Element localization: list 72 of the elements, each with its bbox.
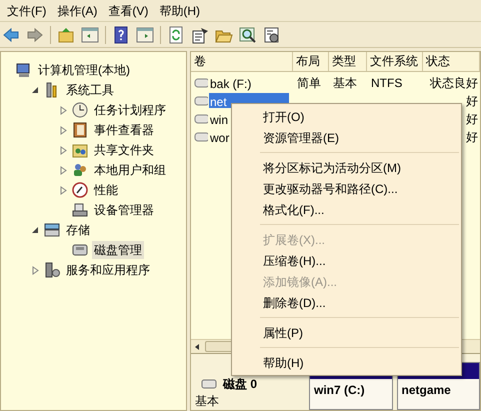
table-cell-text: 基本 — [333, 74, 357, 92]
menu-item[interactable]: 打开(O) — [232, 106, 461, 127]
menu-item[interactable]: 将分区标记为活动分区(M) — [232, 157, 461, 178]
tree-item[interactable]: 共享文件夹 — [92, 141, 156, 159]
collapsed-arrow-icon[interactable] — [59, 146, 68, 154]
settings-icon[interactable] — [263, 26, 281, 44]
collapsed-arrow-icon[interactable] — [59, 166, 68, 174]
menu-item[interactable]: 更改驱动器号和路径(C)... — [232, 178, 461, 199]
tree-item[interactable]: 任务计划程序 — [92, 101, 168, 119]
disk-type: 基本 — [195, 393, 220, 410]
drive-icon — [194, 114, 208, 124]
back-arrow-icon[interactable] — [2, 26, 20, 44]
tree-item[interactable]: 设备管理器 — [92, 201, 156, 219]
column-header[interactable]: 文件系统 — [367, 52, 423, 71]
drive-icon — [194, 96, 208, 106]
tree-item[interactable]: 事件查看器 — [92, 121, 156, 139]
services-icon — [44, 262, 60, 278]
menu-item[interactable]: 格式化(F)... — [232, 199, 461, 220]
menu-item[interactable]: 删除卷(D)... — [232, 292, 461, 313]
collapsed-arrow-icon[interactable] — [59, 186, 68, 194]
tree-item[interactable]: 本地用户和组 — [92, 161, 168, 179]
collapsed-arrow-icon[interactable] — [31, 266, 40, 274]
share-icon — [72, 142, 88, 158]
disk-name: 磁盘 0 — [223, 376, 258, 393]
table-cell-text: 状态良好 — [430, 74, 478, 92]
log-icon — [72, 122, 88, 138]
gauge-icon — [72, 182, 88, 198]
column-header[interactable]: 布局 — [293, 52, 329, 71]
users-icon — [72, 162, 88, 178]
column-header[interactable]: 状态 — [423, 52, 480, 71]
table-cell-text: 简单 — [297, 74, 321, 92]
tree-item[interactable]: 服务和应用程序 — [64, 261, 152, 279]
column-header[interactable]: 类型 — [329, 52, 367, 71]
partition-label: netgame — [402, 383, 451, 397]
volume-name[interactable]: bak (F:) — [209, 75, 289, 90]
expanded-arrow-icon[interactable] — [31, 86, 40, 94]
table-cell-text: 好 — [466, 110, 478, 128]
tree-item[interactable]: 系统工具 — [64, 81, 116, 99]
tree-item[interactable]: 磁盘管理 — [92, 241, 144, 259]
menu-item[interactable]: 属性(P) — [232, 322, 461, 343]
computer-icon — [16, 62, 32, 78]
partition-label: win7 (C:) — [314, 383, 365, 397]
scroll-left-icon[interactable] — [193, 342, 201, 351]
tree-item[interactable]: 计算机管理(本地) — [36, 61, 132, 79]
tree-item[interactable]: 存储 — [64, 221, 92, 239]
table-cell-text: NTFS — [371, 74, 402, 92]
menu-item[interactable]: 操作(A) — [52, 0, 102, 20]
menu-item[interactable]: 查看(V) — [103, 0, 154, 20]
expanded-arrow-icon[interactable] — [31, 226, 40, 234]
forward-arrow-icon[interactable] — [26, 26, 44, 44]
collapsed-arrow-icon[interactable] — [59, 126, 68, 134]
panel-icon[interactable] — [81, 26, 99, 44]
menu-item[interactable]: 资源管理器(E) — [232, 127, 461, 148]
table-cell-text: 好 — [466, 92, 478, 110]
folder-up-icon[interactable] — [57, 26, 75, 44]
refresh-icon[interactable] — [167, 26, 185, 44]
device-icon — [72, 202, 88, 218]
clock-icon — [72, 102, 88, 118]
tree-item[interactable]: 性能 — [92, 181, 120, 199]
menu-item[interactable]: 文件(F) — [2, 0, 52, 20]
panel-icon[interactable] — [136, 26, 154, 44]
properties-icon[interactable] — [191, 26, 209, 44]
storage-icon — [44, 222, 60, 238]
drive-icon — [194, 78, 208, 88]
menu-item[interactable]: 压缩卷(H)... — [232, 250, 461, 271]
menu-item[interactable]: 帮助(H) — [154, 0, 205, 20]
help-icon[interactable] — [112, 26, 130, 44]
drive-icon — [194, 132, 208, 142]
column-header[interactable]: 卷 — [191, 52, 293, 71]
collapsed-arrow-icon[interactable] — [59, 106, 68, 114]
magnifier-icon[interactable] — [239, 26, 257, 44]
table-cell-text: 好 — [466, 128, 478, 146]
